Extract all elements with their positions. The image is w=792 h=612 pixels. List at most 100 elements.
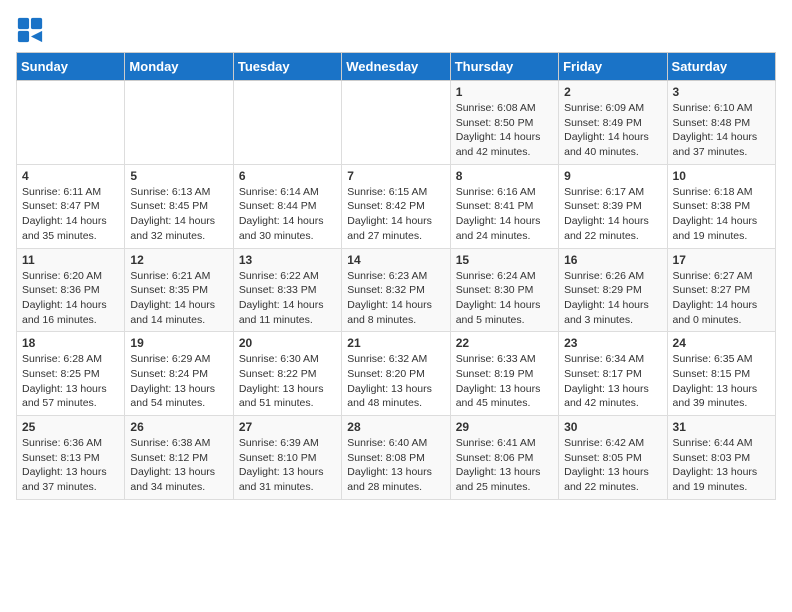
day-info: Sunrise: 6:15 AM Sunset: 8:42 PM Dayligh…	[347, 185, 444, 244]
calendar-cell: 5Sunrise: 6:13 AM Sunset: 8:45 PM Daylig…	[125, 164, 233, 248]
day-info: Sunrise: 6:11 AM Sunset: 8:47 PM Dayligh…	[22, 185, 119, 244]
day-number: 7	[347, 169, 444, 183]
calendar-cell: 11Sunrise: 6:20 AM Sunset: 8:36 PM Dayli…	[17, 248, 125, 332]
day-number: 26	[130, 420, 227, 434]
day-info: Sunrise: 6:38 AM Sunset: 8:12 PM Dayligh…	[130, 436, 227, 495]
day-number: 20	[239, 336, 336, 350]
calendar-cell	[17, 81, 125, 165]
day-number: 28	[347, 420, 444, 434]
day-info: Sunrise: 6:09 AM Sunset: 8:49 PM Dayligh…	[564, 101, 661, 160]
day-info: Sunrise: 6:18 AM Sunset: 8:38 PM Dayligh…	[673, 185, 770, 244]
day-number: 9	[564, 169, 661, 183]
calendar-week-3: 11Sunrise: 6:20 AM Sunset: 8:36 PM Dayli…	[17, 248, 776, 332]
day-info: Sunrise: 6:41 AM Sunset: 8:06 PM Dayligh…	[456, 436, 553, 495]
calendar-header-row: SundayMondayTuesdayWednesdayThursdayFrid…	[17, 53, 776, 81]
day-info: Sunrise: 6:33 AM Sunset: 8:19 PM Dayligh…	[456, 352, 553, 411]
calendar-cell: 4 Sunrise: 6:11 AM Sunset: 8:47 PM Daylig…	[17, 164, 125, 248]
calendar-week-2: 4 Sunrise: 6:11 AM Sunset: 8:47 PM Daylig…	[17, 164, 776, 248]
calendar-cell: 6 Sunrise: 6:14 AM Sunset: 8:44 PM Daylig…	[233, 164, 341, 248]
day-number: 23	[564, 336, 661, 350]
calendar-cell: 10 Sunrise: 6:18 AM Sunset: 8:38 PM Dayli…	[667, 164, 775, 248]
day-number: 31	[673, 420, 770, 434]
calendar-cell: 15 Sunrise: 6:24 AM Sunset: 8:30 PM Dayli…	[450, 248, 558, 332]
day-info: Sunrise: 6:08 AM Sunset: 8:50 PM Dayligh…	[456, 101, 553, 160]
day-number: 22	[456, 336, 553, 350]
day-info: Sunrise: 6:32 AM Sunset: 8:20 PM Dayligh…	[347, 352, 444, 411]
day-info: Sunrise: 6:34 AM Sunset: 8:17 PM Dayligh…	[564, 352, 661, 411]
calendar-cell: 24 Sunrise: 6:35 AM Sunset: 8:15 PM Dayli…	[667, 332, 775, 416]
day-number: 17	[673, 253, 770, 267]
day-info: Sunrise: 6:40 AM Sunset: 8:08 PM Dayligh…	[347, 436, 444, 495]
day-number: 3	[673, 85, 770, 99]
calendar-cell: 14 Sunrise: 6:23 AM Sunset: 8:32 PM Dayli…	[342, 248, 450, 332]
day-number: 10	[673, 169, 770, 183]
calendar-cell: 16 Sunrise: 6:26 AM Sunset: 8:29 PM Dayli…	[559, 248, 667, 332]
calendar-cell: 29 Sunrise: 6:41 AM Sunset: 8:06 PM Dayli…	[450, 416, 558, 500]
calendar-cell: 22 Sunrise: 6:33 AM Sunset: 8:19 PM Dayli…	[450, 332, 558, 416]
calendar-cell	[342, 81, 450, 165]
calendar-cell: 13Sunrise: 6:22 AM Sunset: 8:33 PM Dayli…	[233, 248, 341, 332]
day-info: Sunrise: 6:44 AM Sunset: 8:03 PM Dayligh…	[673, 436, 770, 495]
calendar-table: SundayMondayTuesdayWednesdayThursdayFrid…	[16, 52, 776, 500]
calendar-cell: 1 Sunrise: 6:08 AM Sunset: 8:50 PM Daylig…	[450, 81, 558, 165]
day-info: Sunrise: 6:17 AM Sunset: 8:39 PM Dayligh…	[564, 185, 661, 244]
day-number: 8	[456, 169, 553, 183]
calendar-cell: 25Sunrise: 6:36 AM Sunset: 8:13 PM Dayli…	[17, 416, 125, 500]
calendar-cell: 9 Sunrise: 6:17 AM Sunset: 8:39 PM Daylig…	[559, 164, 667, 248]
day-info: Sunrise: 6:21 AM Sunset: 8:35 PM Dayligh…	[130, 269, 227, 328]
day-header-sunday: Sunday	[17, 53, 125, 81]
calendar-cell: 31 Sunrise: 6:44 AM Sunset: 8:03 PM Dayli…	[667, 416, 775, 500]
calendar-cell: 8Sunrise: 6:16 AM Sunset: 8:41 PM Daylig…	[450, 164, 558, 248]
day-info: Sunrise: 6:14 AM Sunset: 8:44 PM Dayligh…	[239, 185, 336, 244]
day-info: Sunrise: 6:24 AM Sunset: 8:30 PM Dayligh…	[456, 269, 553, 328]
calendar-cell: 28 Sunrise: 6:40 AM Sunset: 8:08 PM Dayli…	[342, 416, 450, 500]
day-number: 13	[239, 253, 336, 267]
calendar-cell	[233, 81, 341, 165]
calendar-week-1: 1 Sunrise: 6:08 AM Sunset: 8:50 PM Daylig…	[17, 81, 776, 165]
day-number: 4	[22, 169, 119, 183]
day-number: 30	[564, 420, 661, 434]
day-number: 12	[130, 253, 227, 267]
day-header-saturday: Saturday	[667, 53, 775, 81]
day-number: 21	[347, 336, 444, 350]
header	[16, 16, 776, 44]
logo-icon	[16, 16, 44, 44]
day-info: Sunrise: 6:10 AM Sunset: 8:48 PM Dayligh…	[673, 101, 770, 160]
day-number: 11	[22, 253, 119, 267]
day-info: Sunrise: 6:29 AM Sunset: 8:24 PM Dayligh…	[130, 352, 227, 411]
calendar-cell: 27 Sunrise: 6:39 AM Sunset: 8:10 PM Dayli…	[233, 416, 341, 500]
day-number: 6	[239, 169, 336, 183]
day-info: Sunrise: 6:42 AM Sunset: 8:05 PM Dayligh…	[564, 436, 661, 495]
day-info: Sunrise: 6:28 AM Sunset: 8:25 PM Dayligh…	[22, 352, 119, 411]
day-number: 14	[347, 253, 444, 267]
calendar-cell: 17 Sunrise: 6:27 AM Sunset: 8:27 PM Dayli…	[667, 248, 775, 332]
day-number: 24	[673, 336, 770, 350]
calendar-cell: 21 Sunrise: 6:32 AM Sunset: 8:20 PM Dayli…	[342, 332, 450, 416]
calendar-cell: 3 Sunrise: 6:10 AM Sunset: 8:48 PM Daylig…	[667, 81, 775, 165]
day-info: Sunrise: 6:36 AM Sunset: 8:13 PM Dayligh…	[22, 436, 119, 495]
day-header-wednesday: Wednesday	[342, 53, 450, 81]
day-number: 2	[564, 85, 661, 99]
day-info: Sunrise: 6:30 AM Sunset: 8:22 PM Dayligh…	[239, 352, 336, 411]
day-header-thursday: Thursday	[450, 53, 558, 81]
day-info: Sunrise: 6:35 AM Sunset: 8:15 PM Dayligh…	[673, 352, 770, 411]
calendar-cell: 30 Sunrise: 6:42 AM Sunset: 8:05 PM Dayli…	[559, 416, 667, 500]
day-number: 15	[456, 253, 553, 267]
calendar-cell	[125, 81, 233, 165]
day-info: Sunrise: 6:23 AM Sunset: 8:32 PM Dayligh…	[347, 269, 444, 328]
day-number: 16	[564, 253, 661, 267]
calendar-body: 1 Sunrise: 6:08 AM Sunset: 8:50 PM Daylig…	[17, 81, 776, 500]
day-info: Sunrise: 6:26 AM Sunset: 8:29 PM Dayligh…	[564, 269, 661, 328]
calendar-week-4: 18Sunrise: 6:28 AM Sunset: 8:25 PM Dayli…	[17, 332, 776, 416]
day-info: Sunrise: 6:39 AM Sunset: 8:10 PM Dayligh…	[239, 436, 336, 495]
calendar-cell: 23 Sunrise: 6:34 AM Sunset: 8:17 PM Dayli…	[559, 332, 667, 416]
day-number: 29	[456, 420, 553, 434]
day-number: 19	[130, 336, 227, 350]
day-number: 1	[456, 85, 553, 99]
day-header-monday: Monday	[125, 53, 233, 81]
calendar-cell: 18Sunrise: 6:28 AM Sunset: 8:25 PM Dayli…	[17, 332, 125, 416]
calendar-cell: 19 Sunrise: 6:29 AM Sunset: 8:24 PM Dayli…	[125, 332, 233, 416]
day-number: 27	[239, 420, 336, 434]
day-header-tuesday: Tuesday	[233, 53, 341, 81]
day-info: Sunrise: 6:27 AM Sunset: 8:27 PM Dayligh…	[673, 269, 770, 328]
